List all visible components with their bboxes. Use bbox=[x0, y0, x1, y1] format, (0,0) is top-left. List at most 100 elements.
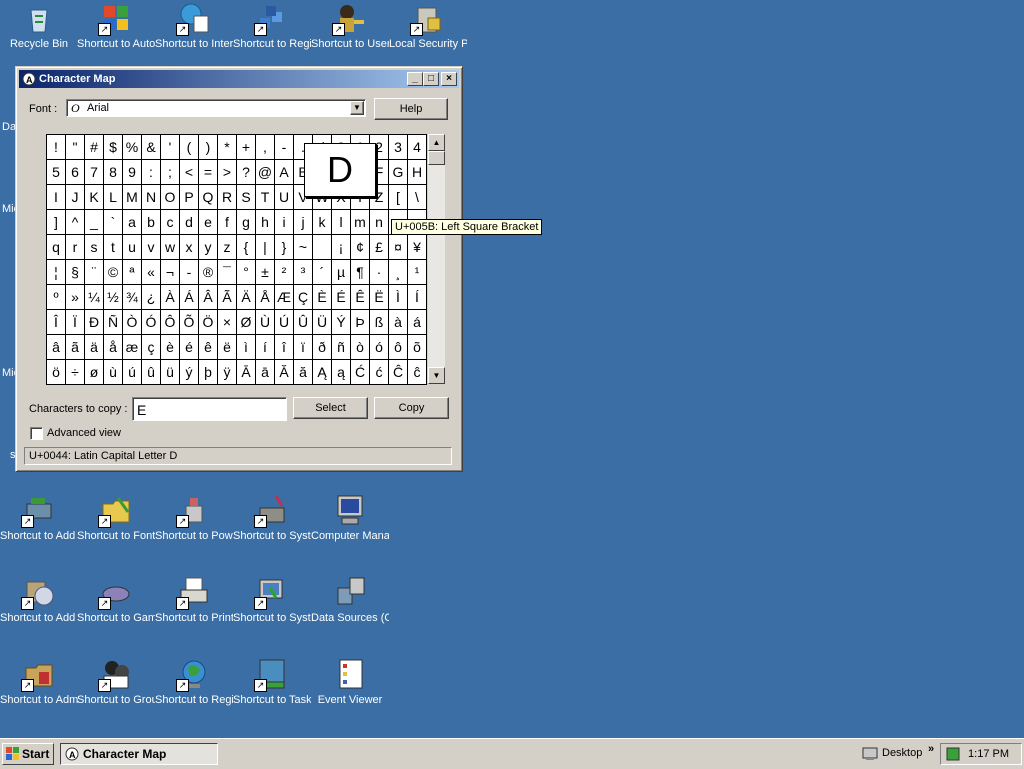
character-cell[interactable]: 6 bbox=[66, 160, 85, 185]
character-cell[interactable]: × bbox=[218, 310, 237, 335]
character-cell[interactable]: õ bbox=[408, 335, 427, 360]
character-cell[interactable]: n bbox=[370, 210, 389, 235]
character-cell[interactable]: , bbox=[256, 135, 275, 160]
desktop-icon-automatic-updates[interactable]: ↗ Shortcut to Automat... bbox=[77, 2, 155, 51]
character-cell[interactable]: L bbox=[104, 185, 123, 210]
character-cell[interactable]: Ä bbox=[237, 285, 256, 310]
character-cell[interactable]: { bbox=[237, 235, 256, 260]
character-cell[interactable]: ô bbox=[389, 335, 408, 360]
character-cell[interactable]: @ bbox=[256, 160, 275, 185]
character-cell[interactable]: ĉ bbox=[408, 360, 427, 385]
character-cell[interactable]: j bbox=[294, 210, 313, 235]
desktop-icon-group-policy[interactable]: ↗ Shortcut to Group Policy bbox=[77, 658, 155, 707]
character-cell[interactable]: r bbox=[66, 235, 85, 260]
character-cell[interactable]: ç bbox=[142, 335, 161, 360]
character-cell[interactable]: ë bbox=[218, 335, 237, 360]
character-cell[interactable]: J bbox=[66, 185, 85, 210]
scroll-up-button[interactable]: ▲ bbox=[428, 134, 445, 151]
character-cell[interactable]: ½ bbox=[104, 285, 123, 310]
desktop-icon-printers-and-faxes[interactable]: ↗ Shortcut to Printers a... bbox=[155, 576, 233, 625]
copy-button[interactable]: Copy bbox=[374, 397, 449, 419]
character-cell[interactable]: N bbox=[142, 185, 161, 210]
character-cell[interactable]: Æ bbox=[275, 285, 294, 310]
character-cell[interactable]: b bbox=[142, 210, 161, 235]
character-cell[interactable]: Ë bbox=[370, 285, 389, 310]
taskbar-item-character-map[interactable]: A Character Map bbox=[60, 743, 218, 765]
desktop-icon-event-viewer[interactable]: Event Viewer bbox=[311, 658, 389, 707]
desktop-icon-add-hardware[interactable]: ↗ Shortcut to Add Hardware bbox=[0, 494, 78, 543]
character-cell[interactable]: ± bbox=[256, 260, 275, 285]
character-cell[interactable]: ª bbox=[123, 260, 142, 285]
advanced-view-checkbox[interactable] bbox=[30, 427, 43, 440]
character-cell[interactable]: Ā bbox=[237, 360, 256, 385]
character-cell[interactable]: T bbox=[256, 185, 275, 210]
character-cell[interactable]: Ñ bbox=[104, 310, 123, 335]
character-cell[interactable]: ą bbox=[332, 360, 351, 385]
desktop-icon-data-sources[interactable]: Data Sources (ODBC) bbox=[311, 576, 389, 625]
character-cell[interactable]: g bbox=[237, 210, 256, 235]
character-cell[interactable]: ( bbox=[180, 135, 199, 160]
character-cell[interactable]: è bbox=[161, 335, 180, 360]
character-cell[interactable]: é bbox=[180, 335, 199, 360]
character-cell[interactable]: < bbox=[180, 160, 199, 185]
character-cell[interactable]: £ bbox=[370, 235, 389, 260]
character-cell[interactable]: Î bbox=[47, 310, 66, 335]
help-button[interactable]: Help bbox=[374, 98, 448, 120]
character-cell[interactable]: h bbox=[256, 210, 275, 235]
character-cell[interactable]: ` bbox=[104, 210, 123, 235]
character-cell[interactable]: ~ bbox=[294, 235, 313, 260]
character-cell[interactable]: Á bbox=[180, 285, 199, 310]
character-cell[interactable]: O bbox=[161, 185, 180, 210]
desktop-icon-local-security-policy[interactable]: ↗ Local Security Policy bbox=[389, 2, 467, 51]
character-cell[interactable]: ² bbox=[275, 260, 294, 285]
character-cell[interactable]: M bbox=[123, 185, 142, 210]
character-cell[interactable]: " bbox=[66, 135, 85, 160]
character-cell[interactable]: ¾ bbox=[123, 285, 142, 310]
character-cell[interactable]: | bbox=[256, 235, 275, 260]
close-button[interactable]: × bbox=[441, 72, 457, 86]
desktop-icon-fonts[interactable]: ↗ Shortcut to Fonts bbox=[77, 494, 155, 543]
character-cell[interactable]: µ bbox=[332, 260, 351, 285]
character-cell[interactable]: ê bbox=[199, 335, 218, 360]
character-cell[interactable]: ¥ bbox=[408, 235, 427, 260]
character-cell[interactable]: ' bbox=[161, 135, 180, 160]
character-cell[interactable]: » bbox=[66, 285, 85, 310]
character-cell[interactable]: ä bbox=[85, 335, 104, 360]
desktop-icon-administrative-tools[interactable]: ↗ Shortcut to Administrati... bbox=[0, 658, 78, 707]
character-cell[interactable]: ÿ bbox=[218, 360, 237, 385]
network-tray-icon[interactable] bbox=[946, 747, 960, 761]
character-cell[interactable]: 4 bbox=[408, 135, 427, 160]
grid-scrollbar[interactable]: ▲ ▼ bbox=[428, 134, 445, 384]
character-cell[interactable]: c bbox=[161, 210, 180, 235]
character-cell[interactable]: Í bbox=[408, 285, 427, 310]
character-cell[interactable]: 7 bbox=[85, 160, 104, 185]
desktop-icon-user-accounts[interactable]: ↗ Shortcut to User Accou... bbox=[311, 2, 389, 51]
character-cell[interactable]: ¼ bbox=[85, 285, 104, 310]
character-cell[interactable]: f bbox=[218, 210, 237, 235]
character-cell[interactable]: _ bbox=[85, 210, 104, 235]
character-cell[interactable]: Ç bbox=[294, 285, 313, 310]
desktop-icon-system[interactable]: ↗ Shortcut to System bbox=[233, 576, 311, 625]
character-cell[interactable]: ¶ bbox=[351, 260, 370, 285]
character-cell[interactable]: P bbox=[180, 185, 199, 210]
character-cell[interactable]: e bbox=[199, 210, 218, 235]
character-cell[interactable]: > bbox=[218, 160, 237, 185]
chevron-right-icon[interactable]: » bbox=[928, 743, 934, 755]
character-cell[interactable]: ă bbox=[294, 360, 313, 385]
character-cell[interactable]: ¦ bbox=[47, 260, 66, 285]
character-cell[interactable]: Ð bbox=[85, 310, 104, 335]
character-cell[interactable]: Ú bbox=[275, 310, 294, 335]
character-cell[interactable]: 9 bbox=[123, 160, 142, 185]
start-button[interactable]: Start bbox=[2, 743, 54, 765]
character-cell[interactable]: Ø bbox=[237, 310, 256, 335]
character-cell[interactable]: ó bbox=[370, 335, 389, 360]
character-cell[interactable]: v bbox=[142, 235, 161, 260]
character-cell[interactable]: É bbox=[332, 285, 351, 310]
desktop-icon-internet-options[interactable]: ↗ Shortcut to Internet... bbox=[155, 2, 233, 51]
character-cell[interactable]: : bbox=[142, 160, 161, 185]
character-cell[interactable]: \ bbox=[408, 185, 427, 210]
character-cell[interactable]: * bbox=[218, 135, 237, 160]
character-cell[interactable]: à bbox=[389, 310, 408, 335]
character-cell[interactable] bbox=[313, 235, 332, 260]
character-cell[interactable]: ¸ bbox=[389, 260, 408, 285]
